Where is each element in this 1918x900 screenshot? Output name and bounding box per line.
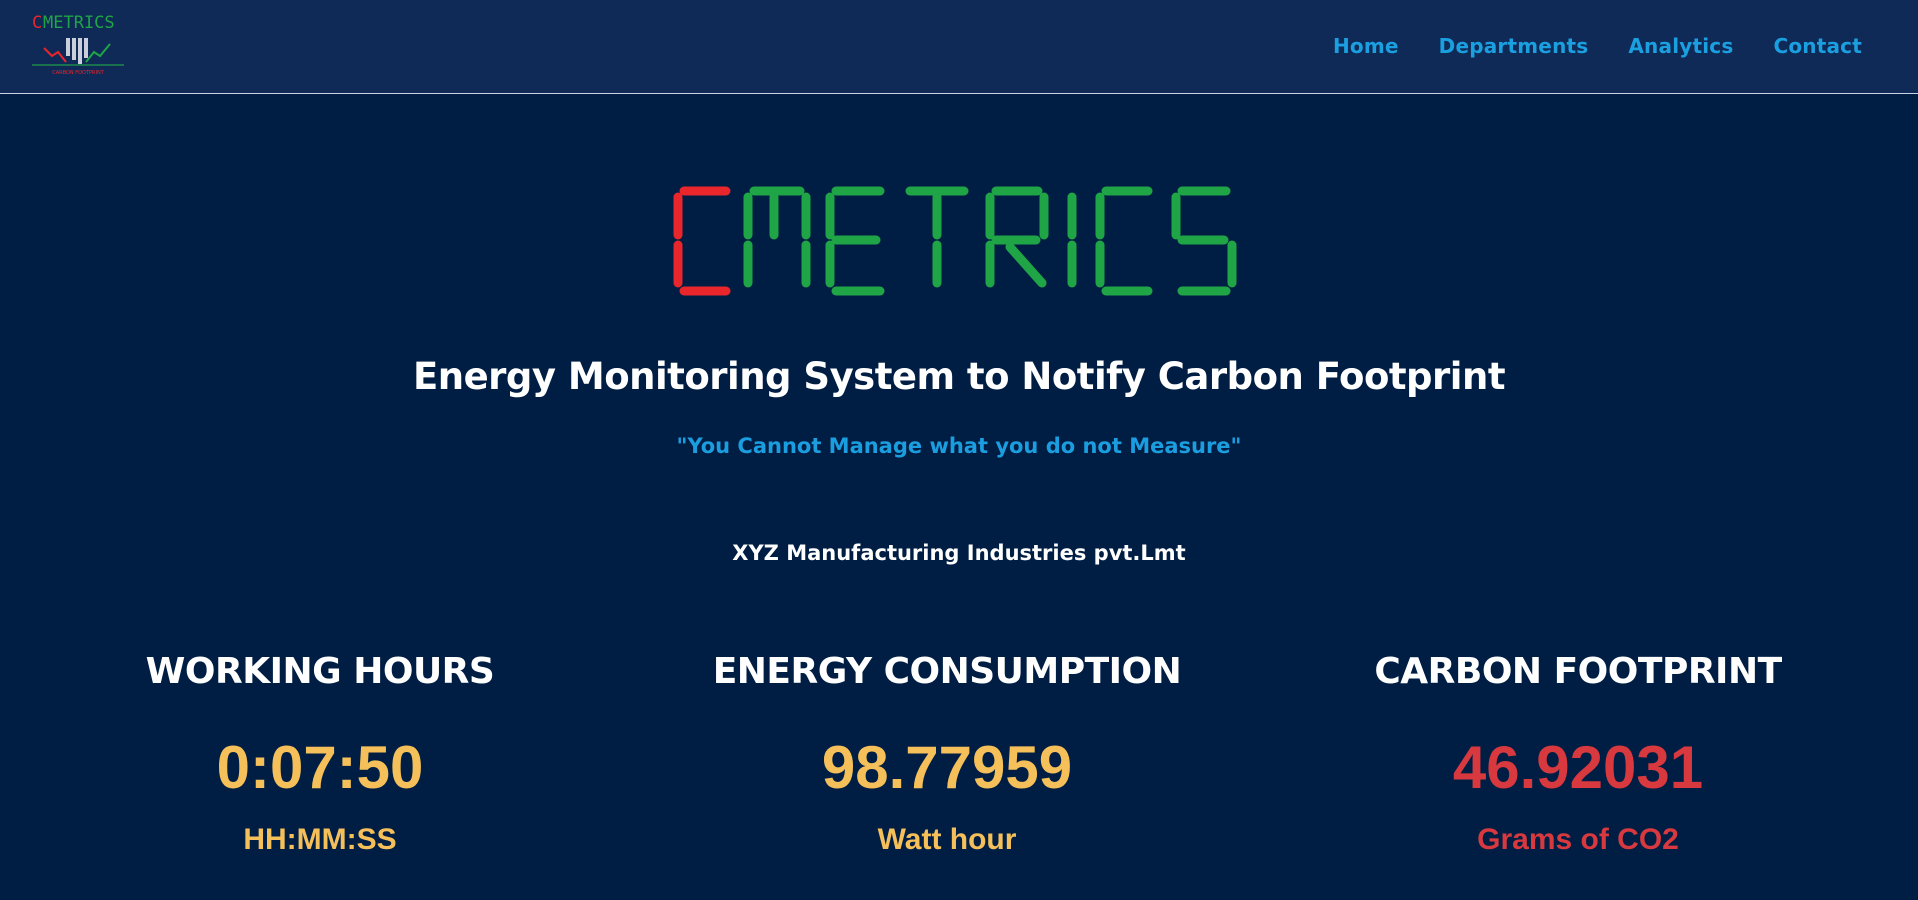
- navbar: C METRICS CARBON FOOTPRINT Home Departme…: [0, 0, 1918, 94]
- metric-title: WORKING HOURS: [145, 651, 495, 692]
- carbon-value: 46.92031: [1452, 734, 1704, 801]
- svg-text:CARBON FOOTPRINT: CARBON FOOTPRINT: [52, 70, 104, 76]
- carbon-unit: Grams of CO2: [1477, 823, 1679, 856]
- metric-title: CARBON FOOTPRINT: [1374, 651, 1782, 692]
- energy-unit: Watt hour: [877, 823, 1017, 856]
- working-hours-value: 0:07:50: [216, 734, 424, 801]
- logo-image: C METRICS CARBON FOOTPRINT: [32, 13, 124, 76]
- company-name: XYZ Manufacturing Industries pvt.Lmt: [732, 541, 1186, 565]
- metric-working-hours: WORKING HOURS 0:07:50 HH:MM:SS: [0, 650, 640, 858]
- working-hours-unit: HH:MM:SS: [243, 823, 397, 856]
- svg-text:METRICS: METRICS: [43, 13, 115, 33]
- hero-logo: [670, 183, 1250, 298]
- site-logo[interactable]: C METRICS CARBON FOOTPRINT: [26, 8, 130, 78]
- nav-contact[interactable]: Contact: [1773, 34, 1862, 58]
- metric-carbon-footprint: CARBON FOOTPRINT 46.92031 Grams of CO2: [1258, 650, 1898, 858]
- nav-analytics[interactable]: Analytics: [1628, 34, 1733, 58]
- energy-value: 98.77959: [821, 734, 1073, 801]
- segment-logo-image: [673, 186, 1237, 296]
- svg-text:C: C: [32, 13, 42, 33]
- metric-energy-consumption: ENERGY CONSUMPTION 98.77959 Watt hour: [627, 650, 1267, 858]
- metric-title: ENERGY CONSUMPTION: [712, 651, 1182, 692]
- nav-departments[interactable]: Departments: [1439, 34, 1589, 58]
- page-subtitle: Energy Monitoring System to Notify Carbo…: [412, 355, 1506, 398]
- nav-links: Home Departments Analytics Contact: [1333, 34, 1862, 58]
- nav-home[interactable]: Home: [1333, 34, 1399, 58]
- quote-text: "You Cannot Manage what you do not Measu…: [676, 434, 1242, 458]
